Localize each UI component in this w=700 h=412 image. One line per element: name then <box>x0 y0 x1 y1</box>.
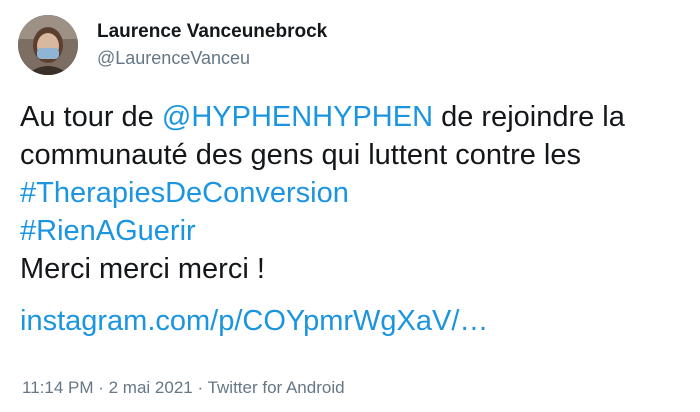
tweet-date[interactable]: 2 mai 2021 <box>109 378 193 397</box>
tweet-line-2: communauté des gens qui luttent contre l… <box>20 139 581 171</box>
tweet-text-segment: Au tour de <box>20 101 162 133</box>
url-link[interactable]: instagram.com/p/COYpmrWgXaV/… <box>20 302 690 340</box>
tweet-source[interactable]: Twitter for Android <box>208 378 345 397</box>
hashtag-link[interactable]: #RienAGuerir <box>20 212 690 250</box>
author-handle[interactable]: @LaurenceVanceu <box>97 46 327 70</box>
tweet-card: Laurence Vanceunebrock @LaurenceVanceu A… <box>0 0 700 412</box>
hashtag-link[interactable]: #TherapiesDeConversion <box>20 174 690 212</box>
tweet-text: Au tour de @HYPHENHYPHEN de rejoindre la… <box>20 98 690 340</box>
tweet-header: Laurence Vanceunebrock @LaurenceVanceu <box>18 12 327 78</box>
tweet-metadata: 11:14 PM · 2 mai 2021 · Twitter for Andr… <box>22 378 345 398</box>
meta-separator: · <box>192 378 208 397</box>
meta-separator: · <box>93 378 109 397</box>
tweet-line-5: Merci merci merci ! <box>20 253 265 285</box>
tweet-line-1: Au tour de @HYPHENHYPHEN de rejoindre la <box>20 98 690 136</box>
author-names: Laurence Vanceunebrock @LaurenceVanceu <box>97 20 327 70</box>
mention-link[interactable]: @HYPHENHYPHEN <box>162 101 433 133</box>
author-display-name[interactable]: Laurence Vanceunebrock <box>97 20 327 44</box>
profile-photo-icon <box>18 15 78 75</box>
tweet-text-segment: de rejoindre la <box>433 101 625 133</box>
tweet-time[interactable]: 11:14 PM <box>22 378 94 397</box>
avatar[interactable] <box>18 15 78 75</box>
